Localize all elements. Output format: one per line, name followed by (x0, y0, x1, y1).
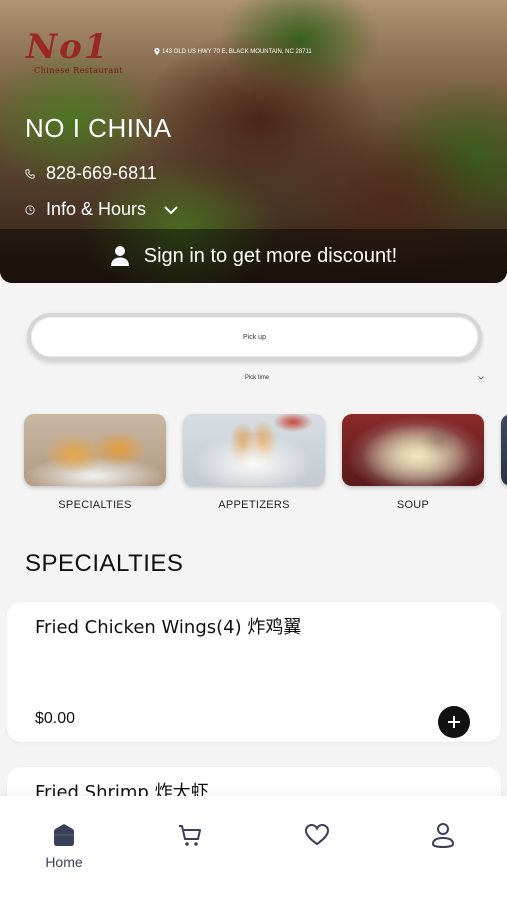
nav-cart[interactable] (160, 822, 220, 882)
home-icon (54, 824, 74, 846)
location-pin-icon (154, 48, 160, 55)
egg-rolls-photo (183, 414, 325, 486)
section-title: SPECIALTIES (25, 550, 184, 577)
category-label: APPETIZERS (218, 499, 290, 511)
clock-icon (25, 204, 35, 215)
restaurant-name: NO I CHINA (25, 113, 172, 143)
phone-link[interactable]: 828-669-6811 (25, 163, 157, 184)
pick-time-selector[interactable]: Pick time (27, 373, 487, 385)
restaurant-address: 143 OLD US HWY 70 E, BLACK MOUNTAIN, NC … (154, 48, 312, 55)
bottom-navigation: Home (0, 796, 507, 900)
chevron-down-icon (478, 376, 484, 380)
heart-icon (304, 823, 330, 846)
category-soup[interactable]: SOUP (342, 414, 484, 511)
item-price: $0.00 (35, 710, 76, 727)
phone-number: 828-669-6811 (46, 163, 157, 183)
restaurant-hero: No1 Chinese Restaurant 143 OLD US HWY 70… (0, 0, 507, 283)
address-text: 143 OLD US HWY 70 E, BLACK MOUNTAIN, NC … (162, 48, 312, 55)
nav-profile[interactable] (413, 822, 473, 882)
add-to-cart-button[interactable] (438, 706, 470, 738)
menu-item-card[interactable]: Fried Chicken Wings(4) 炸鸡翼 $0.00 (7, 602, 501, 742)
category-specialties[interactable]: SPECIALTIES (24, 414, 166, 511)
phone-icon (25, 168, 35, 179)
info-hours-toggle[interactable]: Info & Hours (25, 199, 179, 220)
pickup-label: Pick up (243, 333, 266, 341)
profile-icon (431, 823, 455, 848)
restaurant-logo: No1 Chinese Restaurant (26, 30, 146, 80)
info-hours-label: Info & Hours (46, 199, 147, 219)
category-carousel[interactable]: SPECIALTIES APPETIZERS SOUP (0, 414, 507, 514)
category-appetizers[interactable]: APPETIZERS (183, 414, 325, 511)
pick-time-label: Pick time (244, 375, 270, 381)
chevron-down-icon (164, 205, 178, 214)
user-icon (110, 246, 129, 266)
app-screen: No1 Chinese Restaurant 143 OLD US HWY 70… (0, 0, 507, 900)
category-label: SPECIALTIES (58, 499, 132, 511)
plus-icon (448, 716, 460, 728)
fried-shrimp-photo (24, 414, 166, 486)
logo-script: No1 (26, 27, 110, 67)
nav-favorites[interactable] (287, 822, 347, 882)
logo-subtitle: Chinese Restaurant (34, 66, 124, 75)
category-more[interactable] (501, 414, 507, 486)
signin-banner[interactable]: Sign in to get more discount! (0, 229, 507, 283)
cart-icon (179, 825, 201, 846)
category-label: SOUP (396, 499, 430, 511)
soup-photo (342, 414, 484, 486)
item-name: Fried Chicken Wings(4) 炸鸡翼 (35, 617, 302, 638)
more-category-photo (501, 414, 507, 486)
pickup-button[interactable]: Pick up (27, 313, 482, 361)
nav-home-label: Home (45, 854, 83, 870)
nav-home[interactable]: Home (34, 822, 94, 882)
signin-text: Sign in to get more discount! (143, 244, 398, 267)
